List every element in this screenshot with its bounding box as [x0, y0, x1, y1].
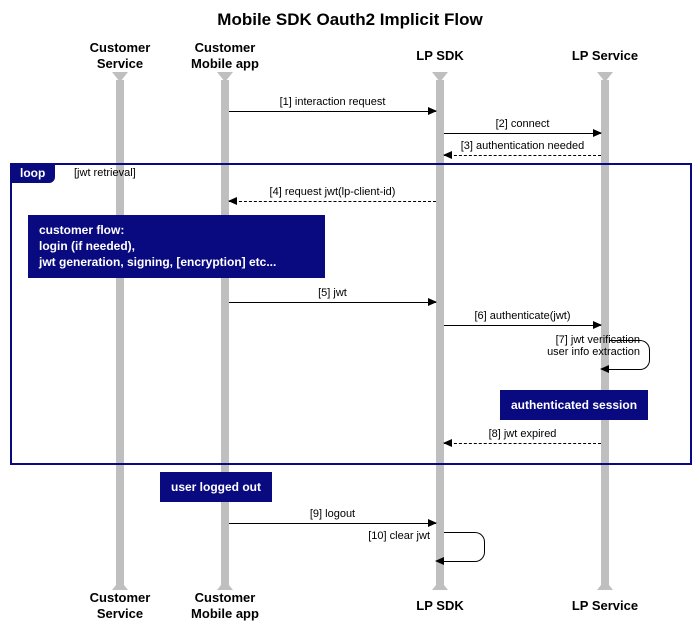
msg-6-arrow: [444, 325, 601, 326]
loop-condition: [jwt retrieval]: [74, 167, 136, 179]
msg-1-arrow: [229, 111, 436, 112]
msg-9-label: [9] logout: [229, 508, 436, 520]
lane-label-lp-sdk-top: LP SDK: [395, 48, 485, 64]
msg-4-arrow: [229, 201, 436, 202]
msg-9-arrow: [229, 523, 436, 524]
msg-10-self-arrow: [444, 532, 485, 562]
msg-10-label: [10] clear jwt: [300, 530, 430, 542]
msg-6-label: [6] authenticate(jwt): [444, 310, 601, 322]
msg-2-arrow: [444, 133, 601, 134]
msg-4-label: [4] request jwt(lp-client-id): [229, 186, 436, 198]
note-authenticated-session: authenticated session: [500, 390, 648, 420]
msg-3-label: [3] authentication needed: [444, 140, 601, 152]
diagram-title: Mobile SDK Oauth2 Implicit Flow: [0, 10, 700, 30]
lane-label-customer-mobile-app-top: CustomerMobile app: [180, 40, 270, 71]
lane-label-customer-service-top: CustomerService: [75, 40, 165, 71]
lane-label-lp-service-bottom: LP Service: [560, 598, 650, 614]
lane-label-customer-mobile-app-bottom: CustomerMobile app: [180, 590, 270, 621]
lane-label-lp-service-top: LP Service: [560, 48, 650, 64]
lane-label-customer-service-bottom: CustomerService: [75, 590, 165, 621]
msg-8-label: [8] jwt expired: [444, 428, 601, 440]
msg-1-label: [1] interaction request: [229, 96, 436, 108]
msg-5-label: [5] jwt: [229, 287, 436, 299]
msg-5-arrow: [229, 302, 436, 303]
msg-8-arrow: [444, 443, 601, 444]
note-user-logged-out: user logged out: [160, 472, 272, 502]
msg-2-label: [2] connect: [444, 118, 601, 130]
note-customer-flow: customer flow:login (if needed),jwt gene…: [28, 215, 325, 278]
loop-label: loop: [10, 163, 55, 183]
msg-3-arrow: [444, 155, 601, 156]
lane-label-lp-sdk-bottom: LP SDK: [395, 598, 485, 614]
msg-7-self-arrow: [609, 340, 650, 370]
